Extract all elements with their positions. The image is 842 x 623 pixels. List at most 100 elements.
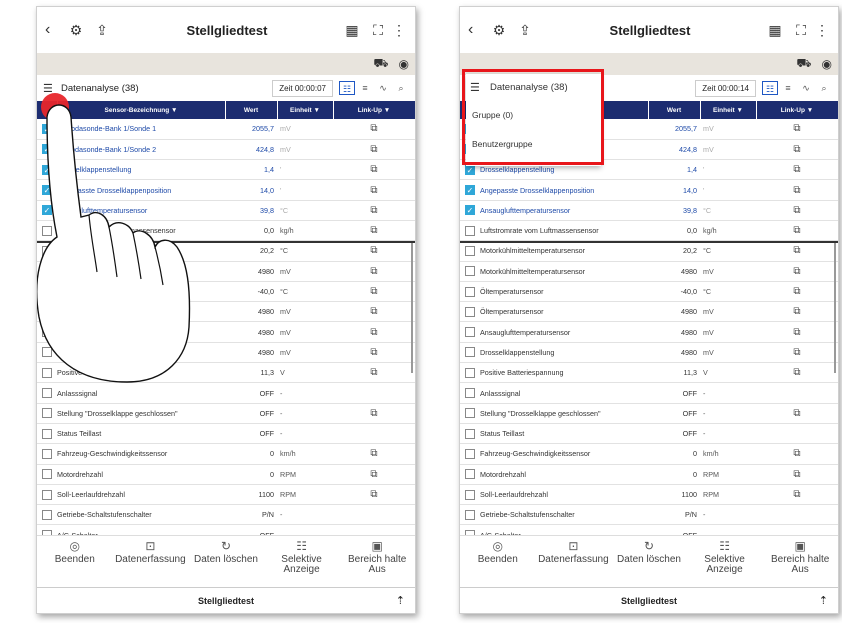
row-checkbox[interactable] — [460, 382, 480, 404]
graph-link-icon[interactable]: ⧉ — [370, 489, 377, 500]
more-icon[interactable]: ⋮ — [814, 22, 830, 39]
vehicle-settings-icon[interactable]: ⚙ — [63, 22, 89, 39]
link-up-cell[interactable]: ⧉ — [756, 261, 838, 282]
checkbox-icon[interactable] — [465, 225, 475, 236]
unit-column-header[interactable]: Einheit ▼ — [277, 101, 334, 119]
link-up-cell[interactable]: ⧉ — [333, 443, 415, 465]
table-row[interactable]: Motorkühlmitteltemperatursensor4980mV ⧉ — [460, 261, 838, 282]
graph-link-icon[interactable]: ⧉ — [793, 164, 800, 175]
graph-link-icon[interactable]: ⧉ — [793, 469, 800, 480]
link-up-cell[interactable]: ⧉ — [756, 119, 838, 140]
table-row[interactable]: Motordrehzahl 0 RPM ⧉ — [37, 464, 415, 485]
graph-link-icon[interactable]: ⧉ — [793, 306, 800, 317]
graph-link-icon[interactable]: ⧉ — [793, 367, 800, 378]
table-row[interactable]: Motorkühlmitteltemperatursensor20,2°C ⧉ — [460, 240, 838, 262]
row-checkbox[interactable] — [460, 484, 480, 506]
checkbox-icon[interactable] — [42, 469, 52, 480]
graph-link-icon[interactable]: ⧉ — [370, 367, 377, 378]
checkbox-icon[interactable] — [42, 428, 52, 439]
checkbox-icon[interactable] — [465, 286, 475, 297]
table-row[interactable]: Öltemperatursensor-40,0°C ⧉ — [460, 281, 838, 303]
table-row[interactable]: Getriebe-Schaltstufenschalter P/N - — [460, 504, 838, 526]
link-up-cell[interactable]: ⧉ — [333, 261, 415, 282]
link-up-cell[interactable]: ⧉ — [756, 281, 838, 303]
row-checkbox[interactable] — [460, 281, 480, 303]
link-up-cell[interactable]: ⧉ — [756, 159, 838, 181]
row-checkbox[interactable] — [460, 220, 480, 242]
row-checkbox[interactable] — [460, 321, 480, 343]
graph-link-icon[interactable]: ⧉ — [793, 185, 800, 196]
checkbox-icon[interactable] — [465, 469, 475, 480]
graph-link-icon[interactable]: ⧉ — [793, 347, 800, 358]
checkbox-icon[interactable] — [465, 327, 475, 338]
graph-view-icon[interactable]: ∿ — [798, 81, 814, 95]
link-up-cell[interactable]: ⧉ — [756, 443, 838, 465]
checkbox-icon[interactable] — [465, 489, 475, 500]
graph-link-icon[interactable]: ⧉ — [793, 144, 800, 155]
row-checkbox[interactable]: ✓ — [460, 200, 480, 221]
nav-button-1[interactable]: ⊡ Datenerfassung — [536, 536, 612, 589]
link-up-cell[interactable]: ⧉ — [756, 139, 838, 161]
checkbox-icon[interactable] — [465, 347, 475, 358]
graph-link-icon[interactable]: ⧉ — [793, 266, 800, 277]
checkbox-icon[interactable] — [42, 448, 52, 459]
graph-link-icon[interactable]: ⧉ — [370, 347, 377, 358]
checkbox-icon[interactable] — [42, 408, 52, 419]
pin-icon[interactable]: ⇡ — [819, 594, 828, 607]
nav-button-2[interactable]: ↻ Daten löschen — [611, 536, 687, 589]
graph-link-icon[interactable]: ⧉ — [793, 408, 800, 419]
text-view-icon[interactable]: ≡ — [357, 81, 373, 95]
vehicle-upload-icon[interactable]: ⇪ — [89, 22, 115, 39]
search-icon[interactable]: ⌕ — [393, 81, 409, 95]
table-row[interactable]: Soll-Leerlaufdrehzahl 1100 RPM ⧉ — [37, 484, 415, 506]
checkbox-icon[interactable] — [42, 489, 52, 500]
link-up-cell[interactable]: ⧉ — [333, 403, 415, 424]
link-up-cell[interactable]: ⧉ — [333, 240, 415, 262]
table-row[interactable]: Drosselklappenstellung4980mV ⧉ — [460, 342, 838, 364]
scrollbar[interactable] — [411, 243, 413, 373]
link-up-cell[interactable]: ⧉ — [333, 321, 415, 343]
nav-button-3[interactable]: ☷ Selektive Anzeige — [264, 536, 340, 589]
link-up-cell[interactable]: ⧉ — [756, 403, 838, 424]
unit-column-header[interactable]: Einheit ▼ — [700, 101, 757, 119]
link-up-cell[interactable]: ⧉ — [333, 119, 415, 140]
table-row[interactable]: Öltemperatursensor4980mV ⧉ — [460, 301, 838, 323]
back-icon[interactable]: ‹ — [468, 21, 486, 39]
row-checkbox[interactable] — [37, 504, 57, 526]
scrollbar[interactable] — [834, 243, 836, 373]
checkbox-icon[interactable]: ✓ — [465, 164, 475, 175]
checkbox-icon[interactable] — [465, 448, 475, 459]
checkbox-icon[interactable] — [42, 388, 52, 399]
list-view-icon[interactable]: ☷ — [762, 81, 778, 95]
row-checkbox[interactable] — [37, 484, 57, 506]
graph-link-icon[interactable]: ⧉ — [793, 123, 800, 134]
link-up-cell[interactable]: ⧉ — [756, 220, 838, 242]
search-icon[interactable]: ⌕ — [816, 81, 832, 95]
value-column-header[interactable]: Wert — [225, 101, 278, 119]
table-row[interactable]: Anlasssignal OFF - — [460, 382, 838, 404]
nav-button-0[interactable]: ◎ Beenden — [37, 536, 113, 589]
graph-link-icon[interactable]: ⧉ — [370, 408, 377, 419]
nav-button-2[interactable]: ↻ Daten löschen — [188, 536, 264, 589]
table-row[interactable]: Stellung "Drosselklappe geschlossen" OFF -… — [460, 403, 838, 424]
link-up-cell[interactable]: ⧉ — [756, 240, 838, 262]
vehicle-settings-icon[interactable]: ⚙ — [486, 22, 512, 39]
graph-link-icon[interactable]: ⧉ — [370, 266, 377, 277]
nav-button-0[interactable]: ◎ Beenden — [460, 536, 536, 589]
row-checkbox[interactable] — [460, 403, 480, 424]
car-link-icon[interactable]: ⛟ — [373, 56, 388, 72]
row-checkbox[interactable] — [460, 464, 480, 485]
row-checkbox[interactable] — [460, 443, 480, 465]
table-row[interactable]: Ansauglufttemperatursensor4980mV ⧉ — [460, 321, 838, 343]
checkbox-icon[interactable] — [465, 428, 475, 439]
graph-link-icon[interactable]: ⧉ — [370, 327, 377, 338]
link-up-cell[interactable]: ⧉ — [333, 220, 415, 242]
row-checkbox[interactable] — [460, 362, 480, 384]
table-row[interactable]: Status Teillast OFF - — [460, 423, 838, 445]
table-row[interactable]: Luftstromrate vom Luftmassensensor0,0kg/… — [460, 220, 838, 242]
graph-link-icon[interactable]: ⧉ — [370, 205, 377, 216]
link-up-cell[interactable]: ⧉ — [333, 464, 415, 485]
table-row[interactable]: Stellung "Drosselklappe geschlossen" OFF -… — [37, 403, 415, 424]
calendar-icon[interactable]: ▦ — [339, 22, 365, 39]
row-checkbox[interactable]: ✓ — [460, 179, 480, 201]
